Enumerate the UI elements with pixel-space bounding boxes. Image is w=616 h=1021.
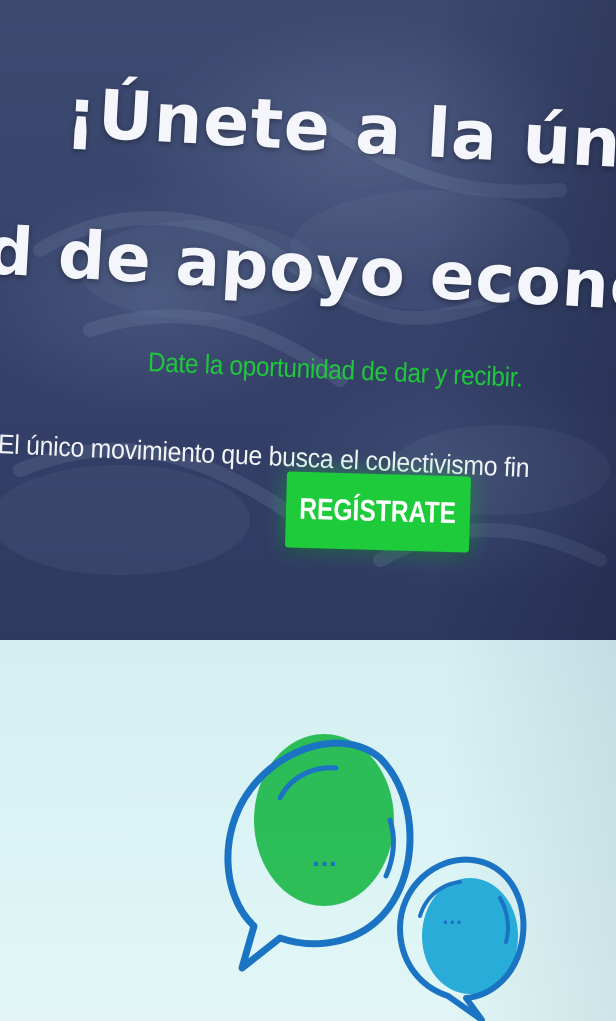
chat-bubble-right-dots: ... [442, 908, 463, 929]
chat-bubbles-icon: ... ... [224, 734, 527, 1021]
chat-bubble-left-dots: ... [312, 847, 337, 872]
register-button-label: REGÍSTRATE [299, 492, 457, 531]
landing-page: ¡Únete a la única d de apoyo económ Date… [0, 0, 616, 1021]
chat-bubble-left-fill [254, 734, 394, 906]
register-button[interactable]: REGÍSTRATE [284, 471, 472, 553]
